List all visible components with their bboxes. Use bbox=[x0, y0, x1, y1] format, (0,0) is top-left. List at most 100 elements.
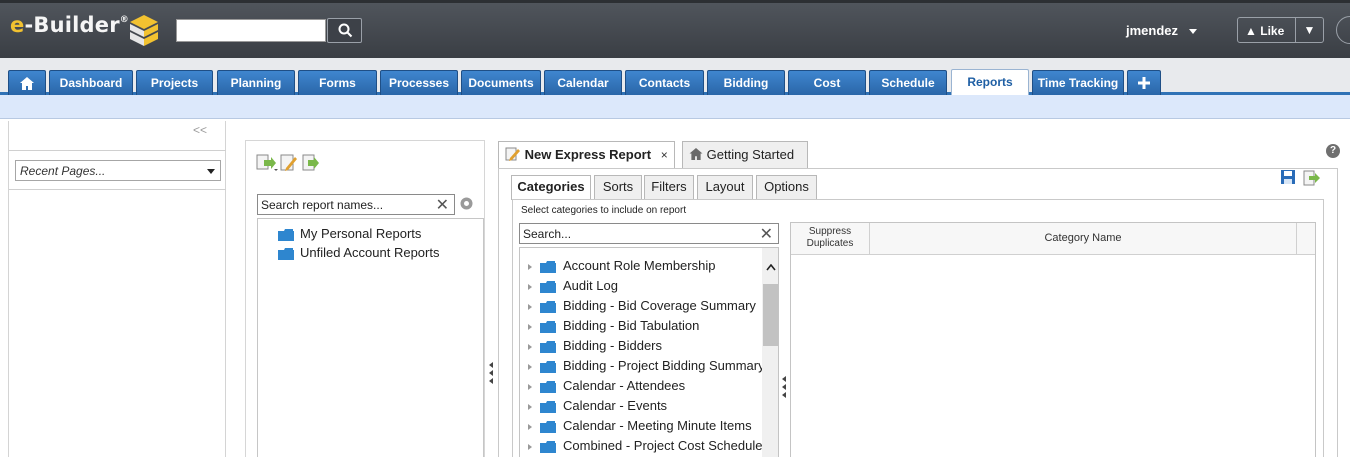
panel-splitter-left[interactable] bbox=[489, 362, 495, 386]
grid-header: Suppress Duplicates Category Name bbox=[791, 223, 1315, 255]
col-category-name[interactable]: Category Name bbox=[870, 223, 1297, 254]
add-tab-button[interactable] bbox=[1127, 70, 1161, 95]
expand-arrow-icon[interactable] bbox=[528, 264, 532, 270]
report-search-input[interactable]: Search report names... ✕ bbox=[257, 194, 455, 215]
chevron-up-icon[interactable] bbox=[766, 264, 776, 271]
report-search-placeholder: Search report names... bbox=[261, 198, 384, 212]
tab-calendar[interactable]: Calendar bbox=[544, 70, 622, 95]
collapse-sidebar-icon[interactable]: << bbox=[193, 123, 207, 137]
expand-arrow-icon[interactable] bbox=[528, 364, 532, 370]
tab-forms[interactable]: Forms bbox=[298, 70, 377, 95]
expand-arrow-icon[interactable] bbox=[528, 444, 532, 450]
tab-projects[interactable]: Projects bbox=[136, 70, 213, 95]
plus-icon bbox=[1138, 77, 1150, 89]
list-item-label: Audit Log bbox=[563, 278, 618, 293]
home-icon bbox=[20, 77, 34, 90]
folder-icon bbox=[540, 441, 556, 453]
folder-icon bbox=[540, 421, 556, 433]
edit-report-icon bbox=[505, 147, 520, 161]
list-item-label: Combined - Project Cost Schedule bbox=[563, 438, 763, 453]
user-caret-icon[interactable] bbox=[1189, 29, 1197, 34]
help-icon[interactable]: ? bbox=[1326, 144, 1340, 158]
tab-documents[interactable]: Documents bbox=[461, 70, 541, 95]
tab-reports[interactable]: Reports bbox=[951, 69, 1029, 96]
folder-icon bbox=[540, 361, 556, 373]
folder-icon bbox=[540, 341, 556, 353]
clear-icon[interactable]: ✕ bbox=[436, 195, 449, 215]
expand-arrow-icon[interactable] bbox=[528, 324, 532, 330]
folder-icon bbox=[540, 301, 556, 313]
list-item-label: Calendar - Meeting Minute Items bbox=[563, 418, 752, 433]
logo-cube-icon bbox=[130, 15, 158, 46]
tab-time-tracking[interactable]: Time Tracking bbox=[1032, 70, 1124, 95]
left-sidebar: << Recent Pages... bbox=[8, 121, 226, 457]
tree-item-label: Unfiled Account Reports bbox=[300, 245, 440, 260]
folder-icon bbox=[540, 381, 556, 393]
expand-arrow-icon[interactable] bbox=[528, 384, 532, 390]
folder-icon bbox=[540, 401, 556, 413]
run-report-icon[interactable] bbox=[302, 154, 320, 172]
tab-dashboard[interactable]: Dashboard bbox=[49, 70, 133, 95]
panel-splitter-right[interactable] bbox=[782, 376, 788, 400]
expand-arrow-icon[interactable] bbox=[528, 304, 532, 310]
tab-label: Getting Started bbox=[706, 147, 795, 162]
subtab-layout[interactable]: Layout bbox=[697, 175, 753, 199]
edit-report-icon[interactable] bbox=[280, 154, 298, 172]
tab-new-express-report[interactable]: New Express Report × bbox=[498, 141, 675, 169]
category-search-placeholder: Search... bbox=[523, 227, 572, 241]
subtab-filters[interactable]: Filters bbox=[644, 175, 694, 199]
save-icon[interactable] bbox=[1280, 169, 1296, 185]
user-menu[interactable]: jmendez bbox=[1126, 23, 1178, 38]
gear-icon[interactable] bbox=[459, 196, 474, 211]
top-bar: e-Builder® jmendez ▲ Like ▼ bbox=[0, 0, 1350, 58]
tab-getting-started[interactable]: Getting Started bbox=[682, 141, 808, 168]
tab-contacts[interactable]: Contacts bbox=[625, 70, 704, 95]
list-item-label: Bidding - Project Bidding Summary bbox=[563, 358, 765, 373]
clear-icon[interactable]: ✕ bbox=[760, 224, 773, 244]
category-search-input[interactable]: Search... ✕ bbox=[519, 223, 779, 244]
global-search-button[interactable] bbox=[327, 18, 362, 43]
recent-pages-row: Recent Pages... bbox=[9, 150, 226, 190]
sub-nav-bar bbox=[0, 95, 1350, 119]
list-item-label: Bidding - Bid Tabulation bbox=[563, 318, 700, 333]
subtab-sorts[interactable]: Sorts bbox=[594, 175, 642, 199]
tab-processes[interactable]: Processes bbox=[380, 70, 458, 95]
scrollbar-thumb[interactable] bbox=[763, 284, 778, 346]
list-item-label: Bidding - Bidders bbox=[563, 338, 662, 353]
expand-arrow-icon[interactable] bbox=[528, 344, 532, 350]
tab-schedule[interactable]: Schedule bbox=[869, 70, 947, 95]
export-icon[interactable] bbox=[1303, 170, 1321, 186]
global-search-input[interactable] bbox=[176, 19, 326, 42]
list-item-label: Calendar - Events bbox=[563, 398, 668, 413]
list-item-label: Account Role Membership bbox=[563, 258, 716, 273]
new-report-icon[interactable] bbox=[256, 154, 278, 172]
like-button[interactable]: ▲ Like bbox=[1237, 17, 1296, 43]
dislike-button[interactable]: ▼ bbox=[1296, 17, 1324, 43]
expand-arrow-icon[interactable] bbox=[528, 404, 532, 410]
folder-icon bbox=[540, 281, 556, 293]
expand-arrow-icon[interactable] bbox=[528, 284, 532, 290]
nav-home[interactable] bbox=[8, 70, 46, 95]
app-logo[interactable]: e-Builder® bbox=[10, 13, 129, 37]
expand-arrow-icon[interactable] bbox=[528, 424, 532, 430]
recent-pages-select[interactable]: Recent Pages... bbox=[15, 160, 221, 181]
close-icon[interactable]: × bbox=[661, 148, 668, 162]
extra-circle-button[interactable] bbox=[1336, 16, 1350, 44]
home-icon bbox=[689, 148, 703, 160]
subtab-options[interactable]: Options bbox=[756, 175, 817, 199]
tab-planning[interactable]: Planning bbox=[217, 70, 295, 95]
thumbs-up-icon: ▲ bbox=[1245, 24, 1257, 38]
chevron-down-icon bbox=[207, 169, 215, 174]
recent-pages-value: Recent Pages... bbox=[20, 164, 106, 178]
folder-icon bbox=[278, 229, 294, 241]
subtab-categories[interactable]: Categories bbox=[511, 175, 591, 200]
col-suppress-duplicates[interactable]: Suppress Duplicates bbox=[791, 223, 870, 254]
category-list-scrollbar[interactable] bbox=[762, 248, 778, 457]
folder-icon bbox=[540, 261, 556, 273]
tab-label: New Express Report bbox=[524, 147, 652, 162]
folder-icon bbox=[540, 321, 556, 333]
tab-bidding[interactable]: Bidding bbox=[707, 70, 785, 95]
tab-cost[interactable]: Cost bbox=[788, 70, 866, 95]
category-list: Account Role Membership Audit Log Biddin… bbox=[519, 247, 779, 457]
categories-hint: Select categories to include on report bbox=[521, 205, 687, 216]
